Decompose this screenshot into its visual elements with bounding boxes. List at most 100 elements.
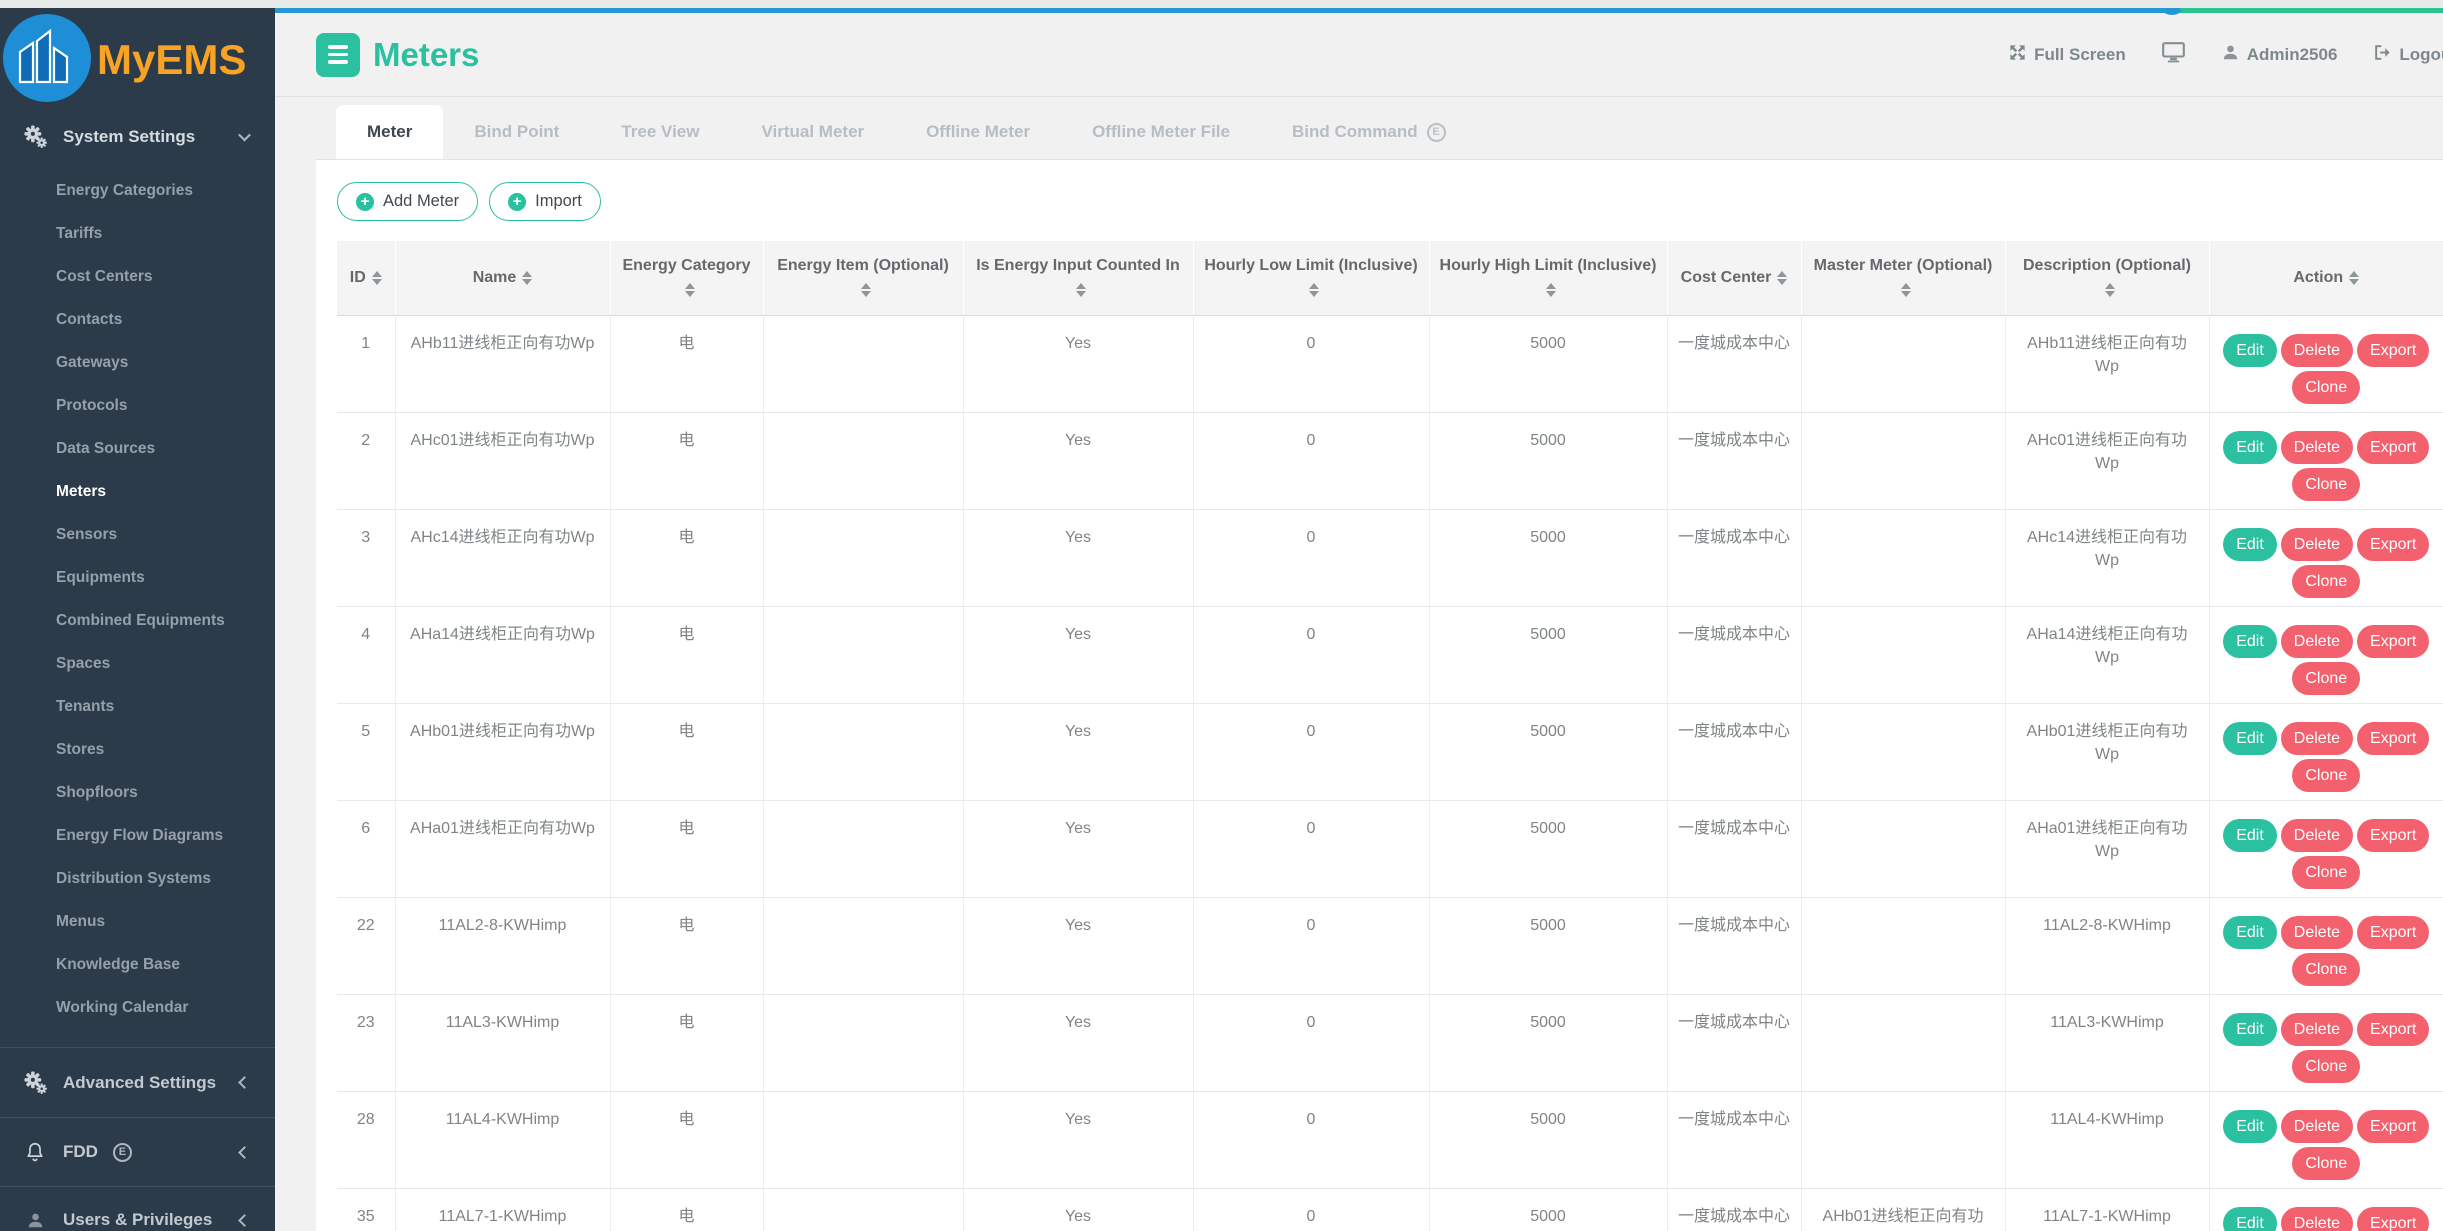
tab-meter[interactable]: Meter xyxy=(336,105,443,159)
column-header-id[interactable]: ID xyxy=(337,241,395,315)
column-header-action[interactable]: Action xyxy=(2209,241,2443,315)
sidebar-item-tenants[interactable]: Tenants xyxy=(0,685,275,728)
sidebar-item-tariffs[interactable]: Tariffs xyxy=(0,212,275,255)
sort-icon[interactable] xyxy=(1901,283,1911,297)
edit-button[interactable]: Edit xyxy=(2223,334,2277,367)
clone-button[interactable]: Clone xyxy=(2292,662,2360,695)
edit-button[interactable]: Edit xyxy=(2223,625,2277,658)
delete-button[interactable]: Delete xyxy=(2281,528,2353,561)
clone-button[interactable]: Clone xyxy=(2292,856,2360,889)
edit-button[interactable]: Edit xyxy=(2223,819,2277,852)
delete-button[interactable]: Delete xyxy=(2281,1110,2353,1143)
sidebar-item-stores[interactable]: Stores xyxy=(0,728,275,771)
sidebar-item-contacts[interactable]: Contacts xyxy=(0,298,275,341)
monitor-button[interactable] xyxy=(2162,42,2185,68)
sidebar-item-equipments[interactable]: Equipments xyxy=(0,556,275,599)
delete-button[interactable]: Delete xyxy=(2281,431,2353,464)
export-button[interactable]: Export xyxy=(2357,1110,2429,1143)
sidebar-toggle-button[interactable] xyxy=(316,33,360,77)
sidebar-section-advanced-settings[interactable]: Advanced Settings xyxy=(0,1052,275,1113)
column-header-is-energy-input-counted-in[interactable]: Is Energy Input Counted In xyxy=(963,241,1193,315)
tab-bind-command[interactable]: Bind CommandE xyxy=(1261,105,1477,159)
delete-button[interactable]: Delete xyxy=(2281,916,2353,949)
clone-button[interactable]: Clone xyxy=(2292,759,2360,792)
sort-icon[interactable] xyxy=(861,283,871,297)
sidebar-item-distribution-systems[interactable]: Distribution Systems xyxy=(0,857,275,900)
sort-icon[interactable] xyxy=(2105,283,2115,297)
column-header-description-optional[interactable]: Description (Optional) xyxy=(2005,241,2209,315)
export-button[interactable]: Export xyxy=(2357,1207,2429,1231)
export-button[interactable]: Export xyxy=(2357,1013,2429,1046)
sidebar-item-shopfloors[interactable]: Shopfloors xyxy=(0,771,275,814)
delete-button[interactable]: Delete xyxy=(2281,1207,2353,1231)
add-meter-button[interactable]: + Add Meter xyxy=(337,182,478,221)
delete-button[interactable]: Delete xyxy=(2281,722,2353,755)
column-header-energy-item-optional[interactable]: Energy Item (Optional) xyxy=(763,241,963,315)
tab-virtual-meter[interactable]: Virtual Meter xyxy=(730,105,895,159)
sidebar-item-meters[interactable]: Meters xyxy=(0,470,275,513)
clone-button[interactable]: Clone xyxy=(2292,565,2360,598)
clone-button[interactable]: Clone xyxy=(2292,953,2360,986)
clone-button[interactable]: Clone xyxy=(2292,468,2360,501)
tab-tree-view[interactable]: Tree View xyxy=(590,105,730,159)
export-button[interactable]: Export xyxy=(2357,916,2429,949)
sidebar-item-working-calendar[interactable]: Working Calendar xyxy=(0,986,275,1029)
fullscreen-button[interactable]: Full Screen xyxy=(2008,43,2126,67)
delete-button[interactable]: Delete xyxy=(2281,1013,2353,1046)
export-button[interactable]: Export xyxy=(2357,722,2429,755)
delete-button[interactable]: Delete xyxy=(2281,625,2353,658)
sort-icon[interactable] xyxy=(1309,283,1319,297)
tab-offline-meter[interactable]: Offline Meter xyxy=(895,105,1061,159)
edit-button[interactable]: Edit xyxy=(2223,916,2277,949)
sort-icon[interactable] xyxy=(1076,283,1086,297)
import-button[interactable]: + Import xyxy=(489,182,601,221)
sort-icon[interactable] xyxy=(522,271,532,285)
sidebar-item-menus[interactable]: Menus xyxy=(0,900,275,943)
edit-button[interactable]: Edit xyxy=(2223,722,2277,755)
column-header-cost-center[interactable]: Cost Center xyxy=(1667,241,1801,315)
delete-button[interactable]: Delete xyxy=(2281,334,2353,367)
sidebar-item-combined-equipments[interactable]: Combined Equipments xyxy=(0,599,275,642)
edit-button[interactable]: Edit xyxy=(2223,431,2277,464)
logout-button[interactable]: Logout xyxy=(2373,43,2443,67)
clone-button[interactable]: Clone xyxy=(2292,1147,2360,1180)
edit-button[interactable]: Edit xyxy=(2223,528,2277,561)
column-header-hourly-high-limit-inclusive[interactable]: Hourly High Limit (Inclusive) xyxy=(1429,241,1667,315)
column-header-name[interactable]: Name xyxy=(395,241,610,315)
export-button[interactable]: Export xyxy=(2357,625,2429,658)
edit-button[interactable]: Edit xyxy=(2223,1110,2277,1143)
edit-button[interactable]: Edit xyxy=(2223,1013,2277,1046)
user-menu[interactable]: Admin2506 xyxy=(2221,43,2338,67)
sidebar-item-protocols[interactable]: Protocols xyxy=(0,384,275,427)
sidebar-item-energy-flow-diagrams[interactable]: Energy Flow Diagrams xyxy=(0,814,275,857)
clone-button[interactable]: Clone xyxy=(2292,1050,2360,1083)
export-button[interactable]: Export xyxy=(2357,431,2429,464)
sidebar-item-knowledge-base[interactable]: Knowledge Base xyxy=(0,943,275,986)
tab-bind-point[interactable]: Bind Point xyxy=(443,105,590,159)
column-header-energy-category[interactable]: Energy Category xyxy=(610,241,763,315)
sort-icon[interactable] xyxy=(1546,283,1556,297)
export-button[interactable]: Export xyxy=(2357,334,2429,367)
sidebar-item-gateways[interactable]: Gateways xyxy=(0,341,275,384)
export-button[interactable]: Export xyxy=(2357,528,2429,561)
sort-icon[interactable] xyxy=(372,271,382,285)
column-header-hourly-low-limit-inclusive[interactable]: Hourly Low Limit (Inclusive) xyxy=(1193,241,1429,315)
sidebar-item-sensors[interactable]: Sensors xyxy=(0,513,275,556)
sort-icon[interactable] xyxy=(2349,271,2359,285)
sidebar-item-spaces[interactable]: Spaces xyxy=(0,642,275,685)
sort-icon[interactable] xyxy=(685,283,695,297)
column-header-master-meter-optional[interactable]: Master Meter (Optional) xyxy=(1801,241,2005,315)
brand-logo[interactable]: MyEMS xyxy=(0,8,275,112)
sidebar-section-system-settings[interactable]: System Settings xyxy=(0,112,275,161)
export-button[interactable]: Export xyxy=(2357,819,2429,852)
sidebar-section-users-privileges[interactable]: Users & Privileges xyxy=(0,1191,275,1231)
tab-offline-meter-file[interactable]: Offline Meter File xyxy=(1061,105,1261,159)
sidebar-item-data-sources[interactable]: Data Sources xyxy=(0,427,275,470)
sidebar-item-cost-centers[interactable]: Cost Centers xyxy=(0,255,275,298)
sidebar-item-energy-categories[interactable]: Energy Categories xyxy=(0,169,275,212)
clone-button[interactable]: Clone xyxy=(2292,371,2360,404)
sort-icon[interactable] xyxy=(1777,271,1787,285)
sidebar-section-fdd[interactable]: FDDE xyxy=(0,1122,275,1182)
edit-button[interactable]: Edit xyxy=(2223,1207,2277,1231)
delete-button[interactable]: Delete xyxy=(2281,819,2353,852)
